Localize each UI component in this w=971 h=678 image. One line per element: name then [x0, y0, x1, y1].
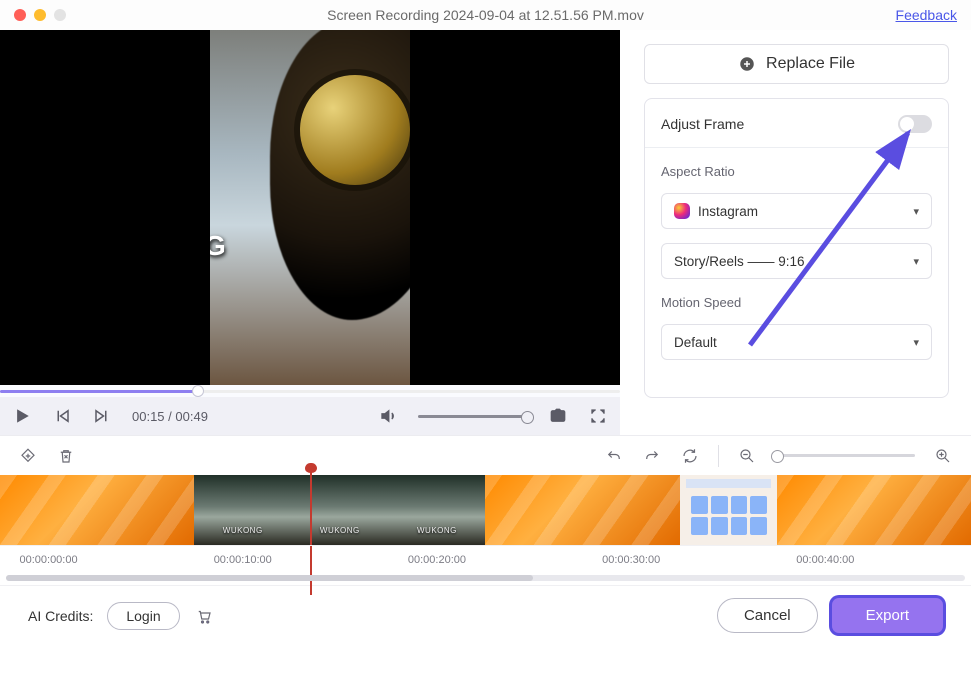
minimize-window-button[interactable] [34, 9, 46, 21]
prev-frame-button[interactable] [52, 406, 72, 426]
ruler-tick: 00:00:30:00 [602, 554, 660, 566]
feedback-link[interactable]: Feedback [896, 7, 957, 23]
delete-button[interactable] [56, 446, 76, 466]
timeline-clip[interactable]: WUKONG [194, 475, 291, 545]
aspect-ratio-label: Aspect Ratio [661, 164, 932, 179]
volume-icon[interactable] [378, 406, 398, 426]
login-button[interactable]: Login [107, 602, 179, 630]
undo-button[interactable] [604, 446, 624, 466]
timeline-toolbar [0, 435, 971, 475]
cancel-button[interactable]: Cancel [717, 598, 818, 633]
redo-button[interactable] [642, 446, 662, 466]
next-frame-button[interactable] [92, 406, 112, 426]
close-window-button[interactable] [14, 9, 26, 21]
video-preview[interactable]: G [0, 30, 620, 385]
timeline-clip[interactable]: WUKONG [388, 475, 485, 545]
motion-speed-label: Motion Speed [661, 295, 932, 310]
add-marker-button[interactable] [18, 446, 38, 466]
settings-panel: Adjust Frame Aspect Ratio Instagram ▾ St… [644, 98, 949, 398]
refresh-button[interactable] [680, 446, 700, 466]
timeline[interactable]: WUKONG WUKONG WUKONG [0, 475, 971, 545]
motion-speed-value: Default [674, 335, 717, 350]
video-timecode: 00:15 / 00:49 [132, 409, 208, 424]
timeline-scrollbar[interactable] [6, 575, 965, 581]
play-button[interactable] [12, 406, 32, 426]
chevron-down-icon: ▾ [913, 336, 919, 349]
timeline-clip[interactable] [680, 475, 777, 545]
chevron-down-icon: ▾ [913, 205, 919, 218]
duration: 00:49 [175, 409, 208, 424]
instagram-icon [674, 203, 690, 219]
zoom-slider[interactable] [775, 454, 915, 457]
scrubber-thumb[interactable] [192, 385, 204, 397]
aspect-platform-select[interactable]: Instagram ▾ [661, 193, 932, 229]
zoom-in-button[interactable] [933, 446, 953, 466]
ruler-tick: 00:00:20:00 [408, 554, 466, 566]
chevron-down-icon: ▾ [913, 255, 919, 268]
timeline-ruler[interactable]: 00:00:00:00 00:00:10:00 00:00:20:00 00:0… [0, 545, 971, 573]
motion-speed-select[interactable]: Default ▾ [661, 324, 932, 360]
export-button[interactable]: Export [832, 598, 943, 633]
video-controls: 00:15 / 00:49 [0, 397, 620, 435]
timeline-clip[interactable]: WUKONG [291, 475, 388, 545]
ruler-tick: 00:00:10:00 [214, 554, 272, 566]
timeline-clip[interactable] [485, 475, 679, 545]
video-scrubber[interactable] [0, 385, 620, 397]
window-title: Screen Recording 2024-09-04 at 12.51.56 … [0, 7, 971, 23]
ruler-tick: 00:00:00:00 [19, 554, 77, 566]
replace-file-label: Replace File [766, 55, 855, 73]
ruler-tick: 00:00:40:00 [796, 554, 854, 566]
zoom-out-button[interactable] [737, 446, 757, 466]
aspect-preset-value: Story/Reels —— 9:16 [674, 254, 805, 269]
ai-credits-label: AI Credits: [28, 608, 93, 624]
timeline-clip[interactable] [777, 475, 971, 545]
aspect-preset-select[interactable]: Story/Reels —— 9:16 ▾ [661, 243, 932, 279]
traffic-lights [14, 9, 66, 21]
footer: AI Credits: Login Cancel Export [0, 585, 971, 645]
adjust-frame-label: Adjust Frame [661, 116, 744, 132]
window-titlebar: Screen Recording 2024-09-04 at 12.51.56 … [0, 0, 971, 30]
fullscreen-button[interactable] [588, 406, 608, 426]
plus-circle-icon [738, 55, 756, 73]
cart-button[interactable] [194, 606, 214, 626]
current-time: 00:15 [132, 409, 165, 424]
video-frame: G [210, 30, 410, 385]
timeline-clip[interactable] [0, 475, 194, 545]
video-overlay-text: G [210, 230, 227, 262]
maximize-window-button[interactable] [54, 9, 66, 21]
adjust-frame-toggle[interactable] [898, 115, 932, 133]
volume-slider[interactable] [418, 415, 528, 418]
snapshot-button[interactable] [548, 406, 568, 426]
aspect-platform-value: Instagram [698, 204, 758, 219]
replace-file-button[interactable]: Replace File [644, 44, 949, 84]
